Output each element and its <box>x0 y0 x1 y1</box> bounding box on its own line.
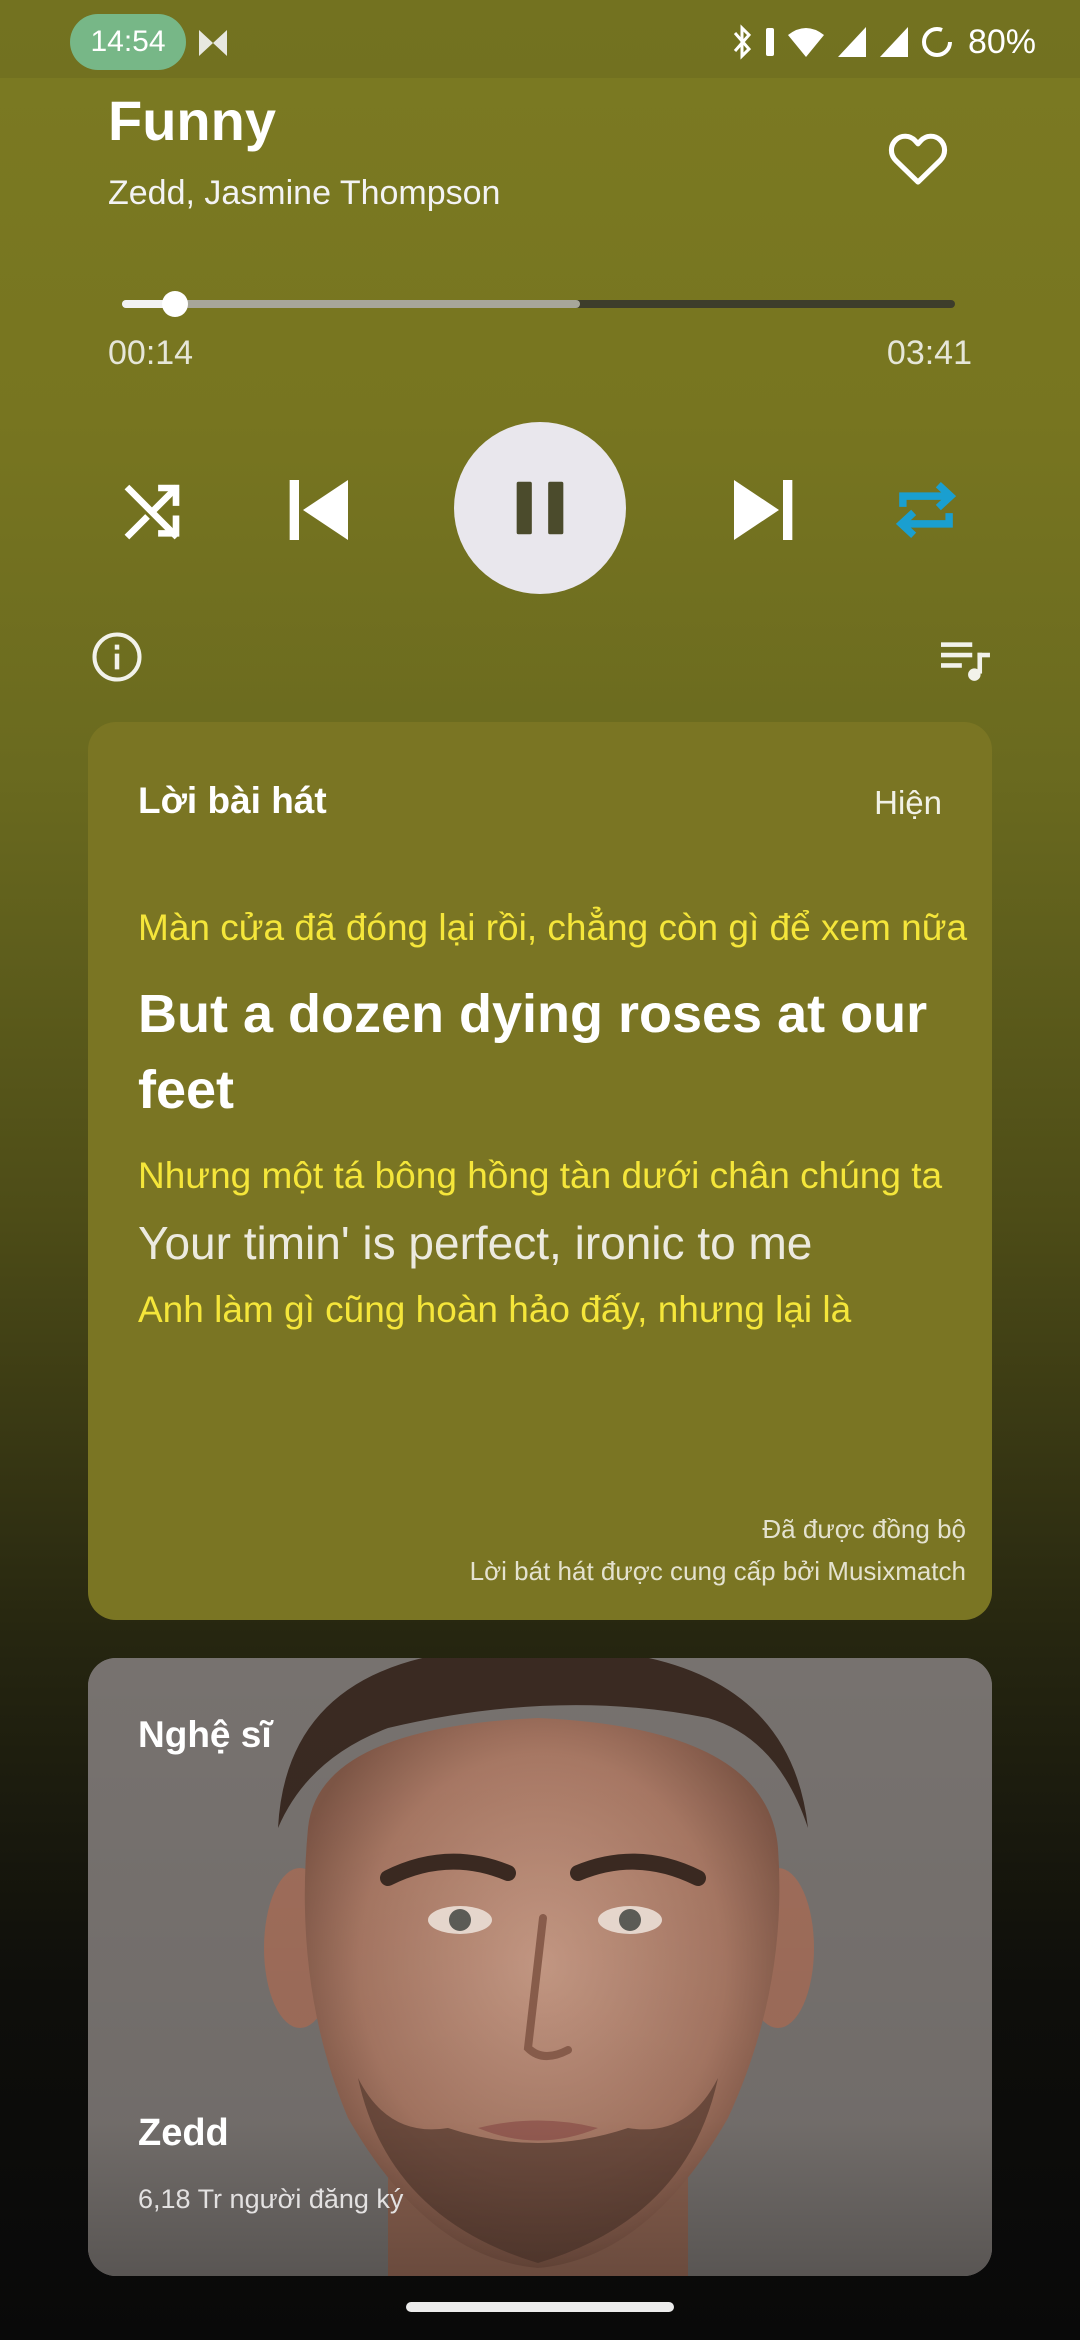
heart-outline-icon <box>888 133 948 185</box>
lyric-line-next: Your timin' is perfect, ironic to me <box>138 1217 813 1269</box>
home-indicator[interactable] <box>406 2302 674 2312</box>
wifi-icon <box>787 28 824 57</box>
bluetooth-icon <box>733 24 751 60</box>
repeat-icon <box>895 482 957 538</box>
song-title: Funny <box>108 89 276 152</box>
lyrics-heading: Lời bài hát <box>138 780 327 821</box>
previous-button[interactable] <box>276 468 360 552</box>
lyrics-card[interactable]: Lời bài hát Hiện Màn cửa đã đóng lại rồi… <box>88 722 992 1620</box>
cell-signal-icon <box>879 27 908 57</box>
pause-icon <box>516 481 564 535</box>
current-time: 00:14 <box>108 334 194 372</box>
status-icons: 80% <box>732 18 1036 66</box>
skip-previous-icon <box>289 480 348 540</box>
lyrics-body[interactable]: Màn cửa đã đóng lại rồi, chẳng còn gì để… <box>138 902 978 1462</box>
play-pause-button[interactable] <box>454 422 626 594</box>
seek-bar[interactable] <box>122 291 955 317</box>
skip-next-icon <box>734 480 793 540</box>
info-icon <box>92 632 142 682</box>
artist-subscribers: 6,18 Tr người đăng ký <box>138 2184 404 2214</box>
song-info-button[interactable] <box>90 630 144 684</box>
shuffle-button[interactable] <box>116 472 192 548</box>
repeat-button[interactable] <box>886 470 966 550</box>
favorite-button[interactable] <box>884 124 952 192</box>
cell-signal-icon <box>837 27 866 57</box>
lyrics-sync-status: Đã được đồng bộ <box>762 1514 966 1544</box>
artist-name: Zedd <box>138 2112 229 2154</box>
queue-button[interactable] <box>938 634 994 684</box>
queue-music-icon <box>941 642 990 681</box>
lyric-line-current: But a dozen dying roses at our feet <box>138 984 928 1120</box>
total-time: 03:41 <box>886 334 972 372</box>
seek-bar-buffered <box>122 300 581 308</box>
next-button[interactable] <box>722 468 806 552</box>
notification-app-icon <box>199 30 227 56</box>
battery-saver-icon <box>921 27 952 57</box>
status-time: 14:54 <box>70 14 186 70</box>
battery-percent: 80% <box>967 22 1036 61</box>
lyrics-provider: Lời bát hát được cung cấp bởi Musixmatch <box>469 1556 966 1586</box>
artist-heading: Nghệ sĩ <box>138 1714 272 1755</box>
artist-card[interactable]: Nghệ sĩ Zedd 6,18 Tr người đăng ký <box>88 1658 992 2276</box>
lyrics-show-button[interactable]: Hiện <box>874 784 942 822</box>
lyric-line-translation: Nhưng một tá bông hồng tàn dưới chân chú… <box>138 1155 943 1196</box>
song-artists[interactable]: Zedd, Jasmine Thompson <box>108 174 500 213</box>
seek-bar-thumb[interactable] <box>161 291 188 317</box>
shuffle-icon <box>124 484 180 540</box>
lyric-line-translation: Anh làm gì cũng hoàn hảo đấy, nhưng lại … <box>138 1289 852 1330</box>
status-bar: 14:54 80% <box>0 0 1080 78</box>
vibrate-icon <box>765 28 774 56</box>
lyric-line-translation: Màn cửa đã đóng lại rồi, chẳng còn gì để… <box>138 907 968 948</box>
